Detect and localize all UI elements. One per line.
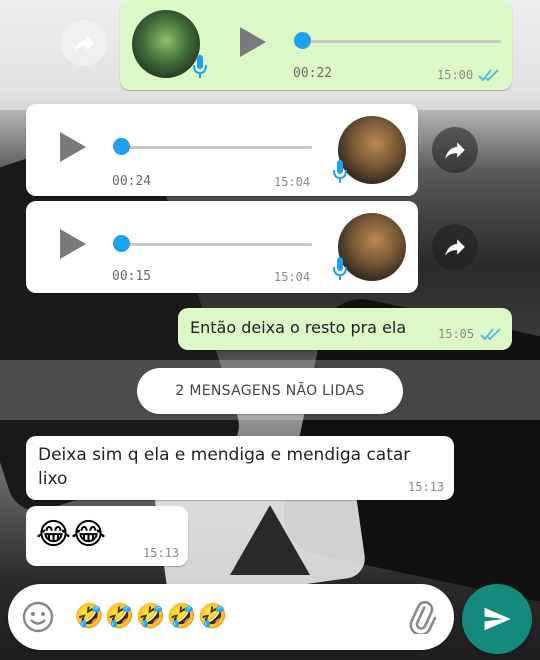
voice-progress-track[interactable] [122, 243, 312, 246]
voice-duration: 00:15 [112, 269, 152, 284]
message-text: Deixa sim q ela e mendiga e mendiga cata… [38, 445, 411, 489]
text-message-outgoing: Então deixa o resto pra ela 15:05 [178, 308, 512, 350]
sender-avatar [132, 10, 200, 78]
forward-icon [445, 142, 465, 159]
send-icon [484, 607, 511, 631]
voice-progress-track[interactable] [122, 146, 312, 149]
voice-duration: 00:24 [112, 174, 152, 189]
forward-icon [74, 35, 94, 52]
message-time: 15:13 [408, 480, 445, 494]
unread-messages-banner: 2 MENSAGENS NÃO LIDAS [137, 368, 403, 414]
play-button[interactable] [60, 229, 86, 259]
play-button[interactable] [240, 27, 266, 57]
send-button[interactable] [462, 584, 532, 654]
mic-icon [333, 257, 347, 280]
message-input[interactable]: 🤣🤣🤣🤣🤣 [74, 602, 228, 630]
text-message-incoming: Deixa sim q ela e mendiga e mendiga cata… [26, 436, 454, 500]
forward-button[interactable] [61, 20, 107, 66]
sender-avatar [338, 213, 406, 281]
message-time: 15:00 [437, 68, 474, 82]
voice-message-incoming: 00:24 15:04 [26, 104, 418, 196]
emoji-icon[interactable] [22, 601, 54, 633]
message-time: 15:04 [274, 270, 311, 284]
voice-progress-knob[interactable] [294, 32, 311, 49]
read-ticks-icon [478, 69, 499, 82]
attach-icon[interactable] [404, 600, 438, 634]
voice-duration: 00:22 [293, 66, 333, 81]
forward-button[interactable] [432, 224, 478, 270]
sender-avatar [338, 116, 406, 184]
read-ticks-icon [480, 328, 501, 341]
voice-progress-track[interactable] [303, 40, 501, 43]
mic-icon [333, 160, 347, 183]
text-message-incoming: 😂😂 15:13 [26, 506, 188, 566]
message-time: 15:04 [274, 175, 311, 189]
voice-message-incoming: 00:15 15:04 [26, 201, 418, 293]
forward-button[interactable] [432, 127, 478, 173]
mic-icon [193, 55, 207, 78]
message-time: 15:13 [143, 546, 180, 560]
message-text: 😂😂 [36, 517, 107, 552]
forward-icon [445, 239, 465, 256]
message-time: 15:05 [438, 327, 475, 341]
message-composer[interactable]: 🤣🤣🤣🤣🤣 [8, 584, 454, 650]
voice-progress-knob[interactable] [113, 138, 130, 155]
play-button[interactable] [60, 132, 86, 162]
voice-message-outgoing: 00:22 15:00 [120, 0, 512, 90]
voice-progress-knob[interactable] [113, 235, 130, 252]
message-text: Então deixa o resto pra ela [190, 318, 407, 337]
